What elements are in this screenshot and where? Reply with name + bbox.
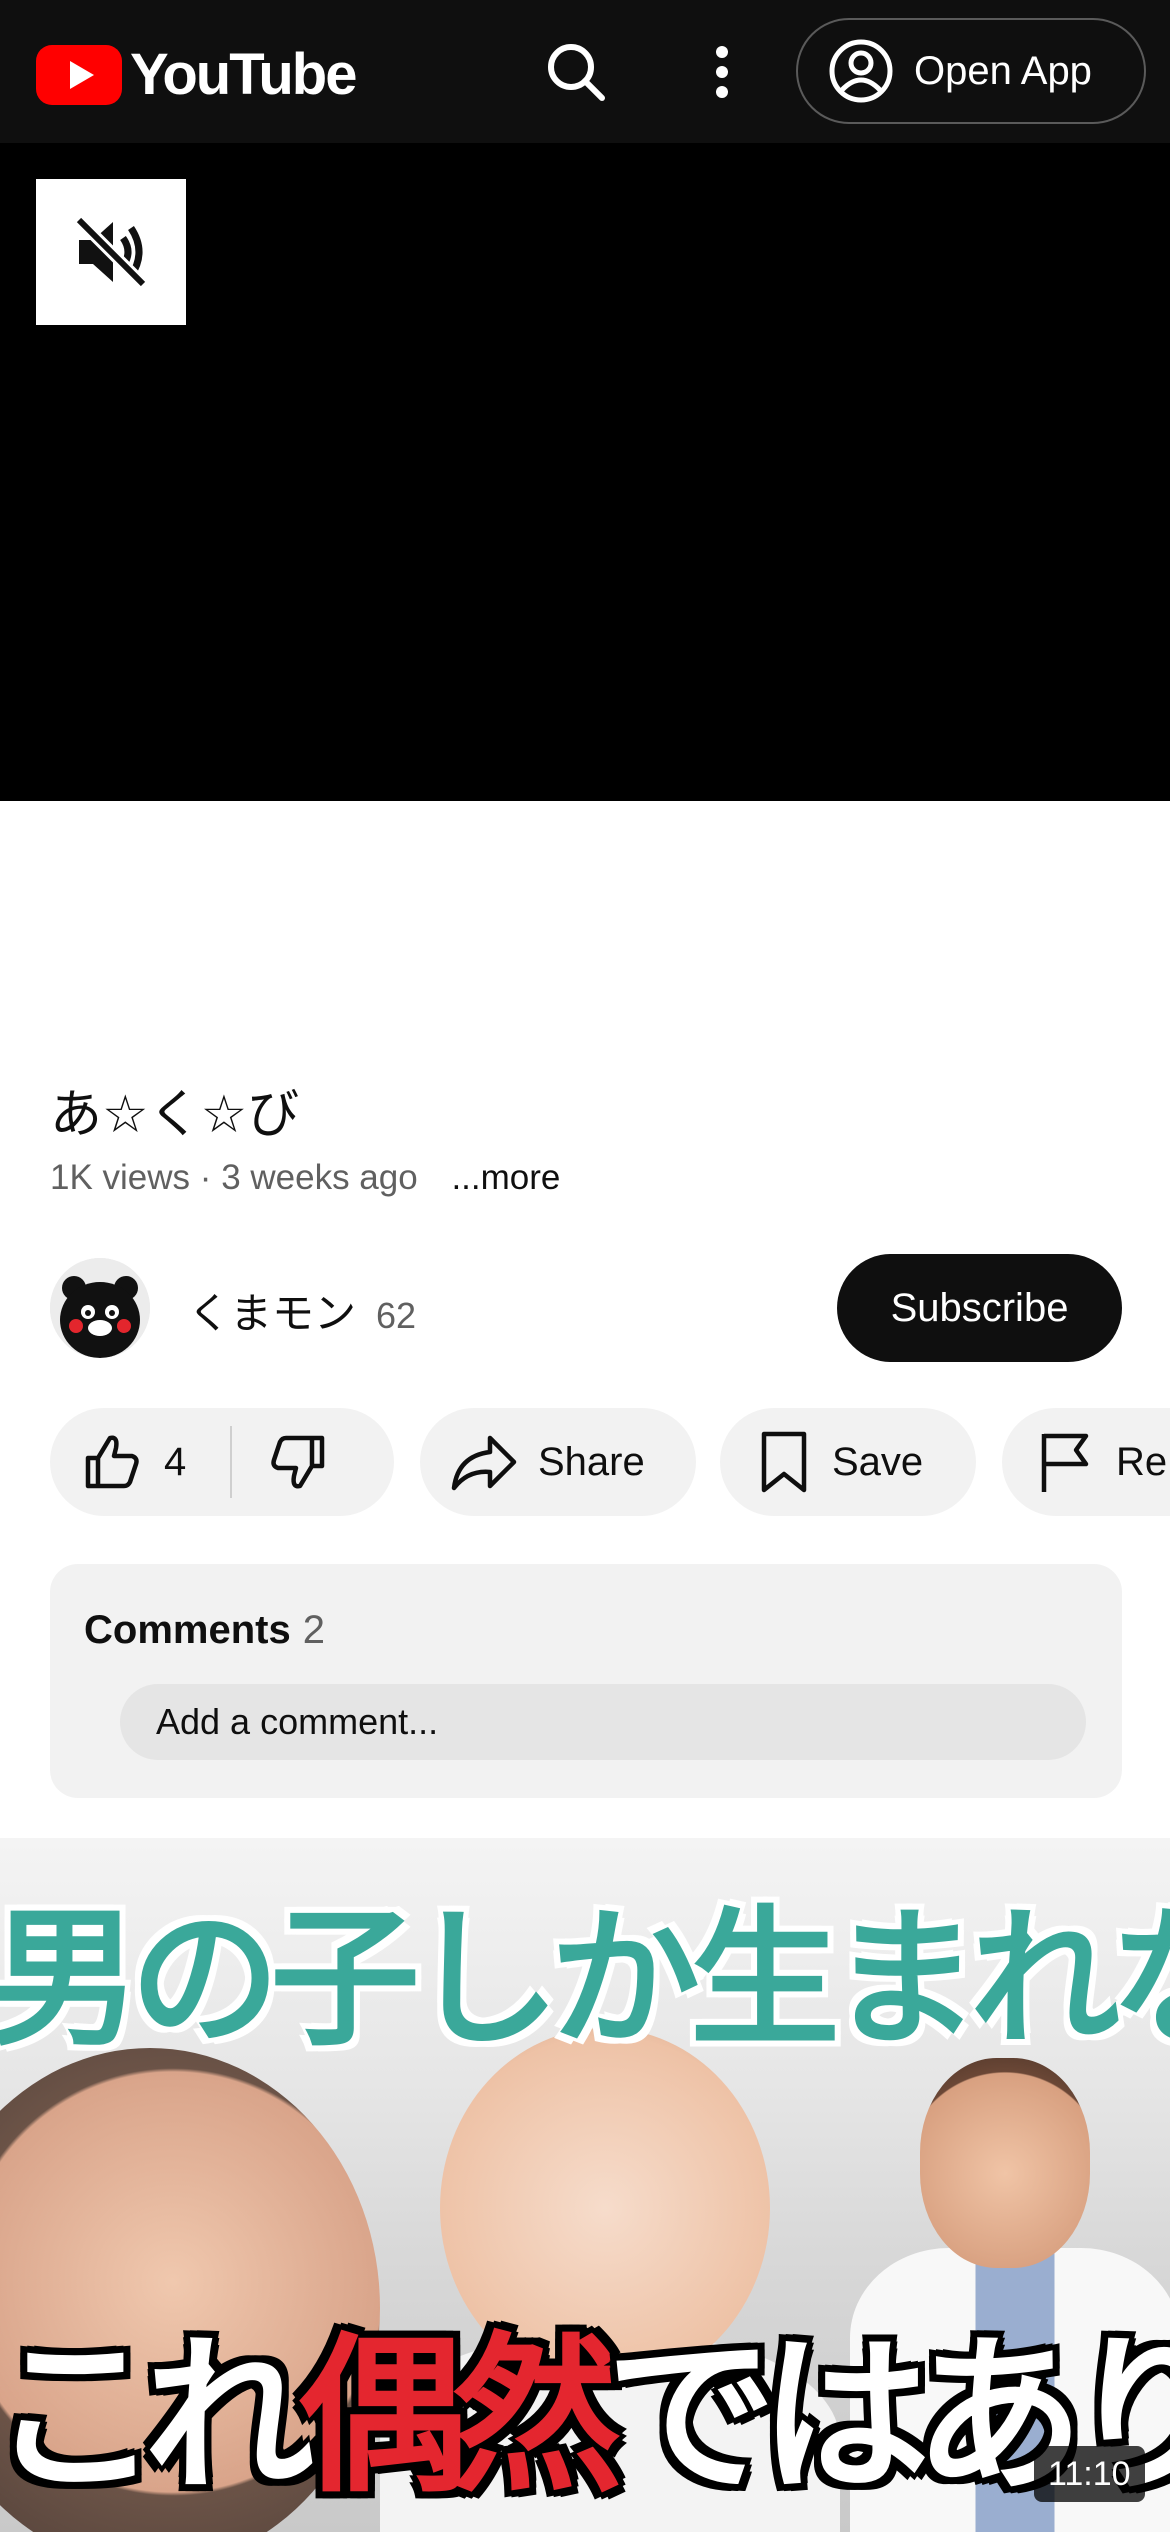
open-app-button[interactable]: Open App [796,18,1146,124]
flag-icon [1041,1433,1089,1492]
like-count: 4 [164,1439,187,1484]
subscribe-button[interactable]: Subscribe [837,1254,1122,1362]
youtube-logo[interactable]: YouTube [36,41,357,108]
comments-title: Comments [84,1608,291,1652]
like-button[interactable]: 4 [80,1430,186,1494]
share-label: Share [538,1439,645,1484]
channel-row: くまモン 62 Subscribe [50,1254,1122,1362]
meta-separator: · [199,1158,212,1197]
account-circle-icon [829,39,893,103]
save-button[interactable]: Save [720,1408,976,1516]
channel-avatar[interactable] [50,1258,150,1358]
video-duration-badge: 11:10 [1034,2446,1145,2502]
video-meta[interactable]: 1K views · 3 weeks ago ...more [50,1158,560,1198]
thumbnail-headline-bottom: これ偶然ではありません [0,2278,1170,2524]
thumb-up-icon [85,1435,139,1489]
video-player[interactable] [0,143,1170,801]
report-button[interactable]: Re [1002,1408,1170,1516]
dislike-button[interactable] [266,1430,330,1494]
search-button[interactable] [540,36,612,108]
upload-age: 3 weeks ago [221,1158,418,1197]
comments-count: 2 [302,1608,325,1652]
thumbnail-headline-top: 男の子しか生まれない [0,1893,1170,2067]
more-description-link[interactable]: ...more [451,1158,560,1197]
comments-header: Comments 2 [84,1608,325,1653]
youtube-logo-icon [36,44,122,105]
like-dislike-pill: 4 [50,1408,394,1516]
video-title: あ☆く☆び [50,1086,300,1144]
bookmark-icon [761,1431,807,1493]
like-divider [230,1426,233,1498]
channel-name: くまモン [188,1290,357,1337]
view-count: 1K views [50,1158,191,1197]
thumbnail-text-red: 偶然 [298,2318,622,2516]
more-options-button[interactable] [700,40,744,104]
share-icon [451,1435,517,1491]
add-comment-input[interactable]: Add a comment... [120,1684,1086,1760]
search-icon [548,44,605,101]
subscriber-count: 62 [376,1295,417,1336]
save-label: Save [832,1439,924,1484]
volume-off-icon [74,215,148,289]
action-bar: 4 Share Save Re [0,1408,1170,1518]
thumb-down-icon [271,1435,325,1489]
kumamon-avatar-icon [50,1258,150,1358]
open-app-label: Open App [914,48,1092,93]
channel-name-block[interactable]: くまモン 62 [188,1280,416,1341]
thumbnail-doctor-head [920,2058,1090,2268]
thumbnail-text-part-a: これ [0,2318,314,2516]
report-label: Re [1116,1439,1168,1484]
unmute-button[interactable] [36,179,186,325]
share-button[interactable]: Share [420,1408,696,1516]
comments-panel[interactable]: Comments 2 Add a comment... [50,1564,1122,1798]
logo-text: YouTube [130,42,357,107]
top-app-bar: YouTube Open App [0,0,1170,143]
more-vert-icon [716,46,728,98]
next-video-thumbnail[interactable]: 男の子しか生まれない これ偶然ではありません [0,1838,1170,2532]
